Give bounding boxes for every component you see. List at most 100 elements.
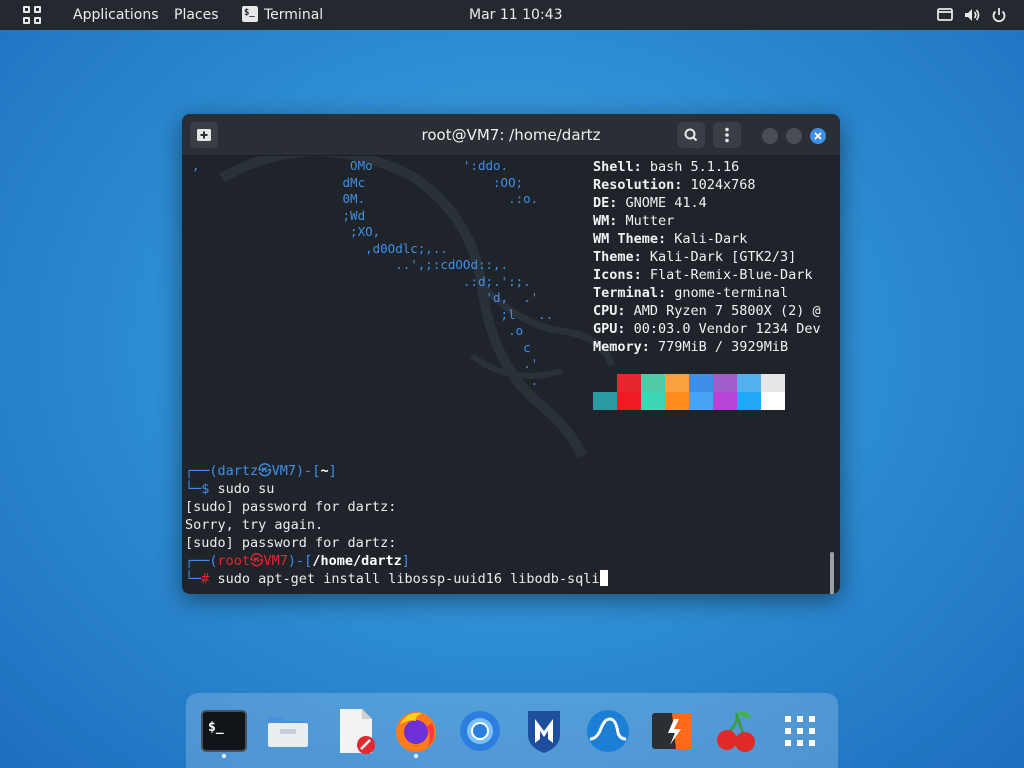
dock-terminal[interactable]: $_ xyxy=(200,707,248,755)
info-value: Kali-Dark [GTK2/3] xyxy=(641,249,797,265)
cherrytree-icon xyxy=(717,711,755,752)
palette-row-bright xyxy=(593,392,785,410)
output-line: Sorry, try again. xyxy=(185,517,324,533)
info-value: Mutter xyxy=(617,213,675,229)
prompt-directory: ~ xyxy=(320,463,329,479)
info-value: AMD Ryzen 7 5800X (2) @ xyxy=(625,303,821,319)
color-swatch xyxy=(665,392,689,410)
scrollbar[interactable] xyxy=(830,552,834,594)
info-row-gpu: GPU: 00:03.0 Vendor 1234 Dev xyxy=(593,320,821,338)
command-input-text[interactable]: sudo apt-get install libossp-uuid16 libo… xyxy=(209,571,600,587)
info-row-terminal: Terminal: gnome-terminal xyxy=(593,284,821,302)
terminal-app-icon: $_ xyxy=(242,6,258,22)
info-row-theme: Theme: Kali-Dark [GTK2/3] xyxy=(593,248,821,266)
command-line-root[interactable]: └─# sudo apt-get install libossp-uuid16 … xyxy=(185,570,608,588)
terminal-window[interactable]: root@VM7: /home/dartz , OMo ':ddo. dMc:… xyxy=(182,114,840,594)
app-grid-icon xyxy=(785,716,815,746)
kebab-menu-icon xyxy=(725,127,729,143)
terminal-header-bar[interactable]: root@VM7: /home/dartz xyxy=(182,114,840,156)
info-value: bash 5.1.16 xyxy=(641,159,740,175)
dock-firefox[interactable] xyxy=(392,707,440,755)
color-swatch xyxy=(593,392,617,410)
prompt-bracket: ] xyxy=(401,553,410,569)
prompt-corner: ┌──( xyxy=(185,553,218,569)
power-icon[interactable] xyxy=(990,6,1008,24)
color-swatch xyxy=(761,374,785,392)
prompt-separator: )-[ xyxy=(287,553,313,569)
info-key: Terminal: xyxy=(593,285,667,301)
prompt-user-host: root㉿VM7 xyxy=(217,553,288,569)
close-button[interactable] xyxy=(810,128,826,144)
info-key: Theme: xyxy=(593,249,642,265)
terminal-icon: $_ xyxy=(201,710,247,752)
info-key: Resolution: xyxy=(593,177,683,193)
color-swatch xyxy=(737,392,761,410)
dock-cherrytree[interactable] xyxy=(712,707,760,755)
output-line: [sudo] password for dartz: xyxy=(185,499,397,515)
shell-session: ┌──(dartz㉿VM7)-[~] └─$ sudo su [sudo] pa… xyxy=(185,462,608,588)
maximize-button[interactable] xyxy=(786,128,802,144)
prompt-separator: )-[ xyxy=(296,463,321,479)
info-key: Shell: xyxy=(593,159,642,175)
info-key: WM: xyxy=(593,213,618,229)
files-icon xyxy=(268,717,308,747)
dock-files[interactable] xyxy=(264,707,312,755)
close-icon xyxy=(814,132,822,140)
command-line-user: └─$ sudo su xyxy=(185,480,608,498)
info-value: Kali-Dark xyxy=(666,231,748,247)
info-row-icons: Icons: Flat-Remix-Blue-Dark xyxy=(593,266,821,284)
output-line: [sudo] password for dartz: xyxy=(185,535,397,551)
burpsuite-icon xyxy=(652,713,692,749)
dock: $_ xyxy=(186,693,838,768)
dock-text-editor[interactable] xyxy=(332,707,380,755)
info-value: GNOME 41.4 xyxy=(617,195,707,211)
prompt-corner: └─ xyxy=(185,481,202,497)
info-key: DE: xyxy=(593,195,618,211)
prompt-line-root: ┌──(root㉿VM7)-[/home/dartz] xyxy=(185,552,608,570)
color-swatch xyxy=(641,392,665,410)
color-palette xyxy=(593,374,785,410)
active-app-menu[interactable]: Terminal xyxy=(264,7,323,23)
places-menu[interactable]: Places xyxy=(174,7,219,23)
info-row-wm-theme: WM Theme: Kali-Dark xyxy=(593,230,821,248)
menu-button[interactable] xyxy=(713,122,741,148)
color-swatch xyxy=(617,374,641,392)
dock-app-grid[interactable] xyxy=(776,707,824,755)
info-key: CPU: xyxy=(593,303,626,319)
clock[interactable]: Mar 11 10:43 xyxy=(469,7,562,23)
info-value: Flat-Remix-Blue-Dark xyxy=(641,267,813,283)
search-button[interactable] xyxy=(677,122,705,148)
prompt-directory: /home/dartz xyxy=(312,553,402,569)
search-icon xyxy=(684,128,698,142)
prompt-line-user: ┌──(dartz㉿VM7)-[~] xyxy=(185,462,608,480)
info-key: Icons: xyxy=(593,267,642,283)
dock-burpsuite[interactable] xyxy=(648,707,696,755)
window-title: root@VM7: /home/dartz xyxy=(421,126,601,144)
color-swatch xyxy=(593,374,617,392)
color-swatch xyxy=(617,392,641,410)
chromium-icon xyxy=(460,711,500,751)
minimize-button[interactable] xyxy=(762,128,778,144)
info-row-shell: Shell: bash 5.1.16 xyxy=(593,158,821,176)
info-row-memory: Memory: 779MiB / 3929MiB xyxy=(593,338,821,356)
volume-icon[interactable] xyxy=(963,6,981,24)
palette-row-normal xyxy=(593,374,785,392)
color-swatch xyxy=(761,392,785,410)
info-row-cpu: CPU: AMD Ryzen 7 5800X (2) @ xyxy=(593,302,821,320)
applications-menu[interactable]: Applications xyxy=(73,7,159,23)
color-swatch xyxy=(713,374,737,392)
prompt-bracket: ] xyxy=(328,463,337,479)
dock-chromium[interactable] xyxy=(456,707,504,755)
terminal-output[interactable]: , OMo ':ddo. dMc :OO; 0M. .:o. ;Wd ;XO, xyxy=(182,156,840,594)
activities-grid-icon[interactable] xyxy=(23,6,41,24)
info-key: GPU: xyxy=(593,321,626,337)
info-row-wm: WM: Mutter xyxy=(593,212,821,230)
dock-wireshark[interactable] xyxy=(584,707,632,755)
color-swatch xyxy=(665,374,689,392)
color-swatch xyxy=(641,374,665,392)
color-swatch xyxy=(689,374,713,392)
color-swatch xyxy=(689,392,713,410)
dock-metasploit[interactable] xyxy=(520,707,568,755)
info-value: 1024x768 xyxy=(682,177,756,193)
display-icon[interactable] xyxy=(936,6,954,24)
